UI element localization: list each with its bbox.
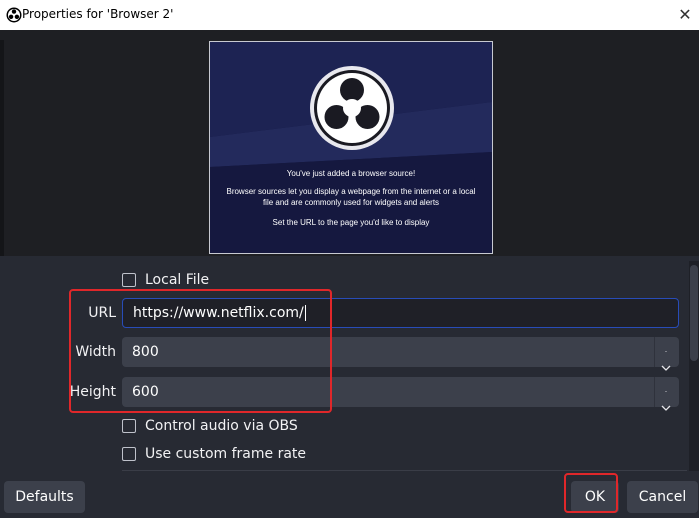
custom-frame-rate-checkbox-row[interactable]: Use custom frame rate	[122, 444, 306, 464]
width-stepper[interactable]	[654, 337, 677, 371]
control-audio-checkbox-row[interactable]: Control audio via OBS	[122, 416, 298, 436]
scrollbar-thumb[interactable]	[690, 265, 698, 361]
annotation-highlight-fields	[69, 289, 332, 413]
chevron-down-icon[interactable]	[655, 352, 677, 371]
chevron-down-icon[interactable]	[655, 392, 677, 411]
close-icon[interactable]: ✕	[675, 5, 695, 25]
local-file-checkbox[interactable]	[122, 273, 136, 287]
defaults-button[interactable]: Defaults	[4, 481, 85, 513]
chevron-up-icon[interactable]	[655, 337, 677, 357]
preview-heading: You've just added a browser source!	[286, 169, 416, 178]
control-audio-checkbox[interactable]	[122, 419, 136, 433]
section-divider	[122, 470, 687, 471]
browser-preview-area: You've just added a browser source! Brow…	[0, 30, 699, 256]
control-audio-label: Control audio via OBS	[145, 418, 298, 434]
annotation-highlight-ok	[564, 473, 618, 513]
cancel-button[interactable]: Cancel	[627, 481, 698, 513]
preview-description-2: file and are commonly used for widgets a…	[262, 198, 440, 207]
local-file-label: Local File	[145, 272, 210, 288]
local-file-checkbox-row[interactable]: Local File	[122, 270, 209, 290]
title-bar: Properties for 'Browser 2' ✕	[0, 0, 699, 30]
custom-frame-rate-label: Use custom frame rate	[145, 446, 307, 462]
preview-instruction: Set the URL to the page you'd like to di…	[272, 218, 430, 227]
window-title: Properties for 'Browser 2'	[22, 7, 174, 21]
preview-description-1: Browser sources let you display a webpag…	[226, 187, 476, 196]
obs-logo-icon	[6, 7, 22, 23]
chevron-up-icon[interactable]	[655, 377, 677, 397]
browser-source-preview: You've just added a browser source! Brow…	[209, 41, 493, 254]
height-stepper[interactable]	[654, 377, 677, 411]
custom-frame-rate-checkbox[interactable]	[122, 447, 136, 461]
obs-logo-icon	[310, 66, 394, 150]
preview-left-edge	[0, 40, 4, 256]
properties-scrollbar[interactable]	[689, 261, 699, 471]
